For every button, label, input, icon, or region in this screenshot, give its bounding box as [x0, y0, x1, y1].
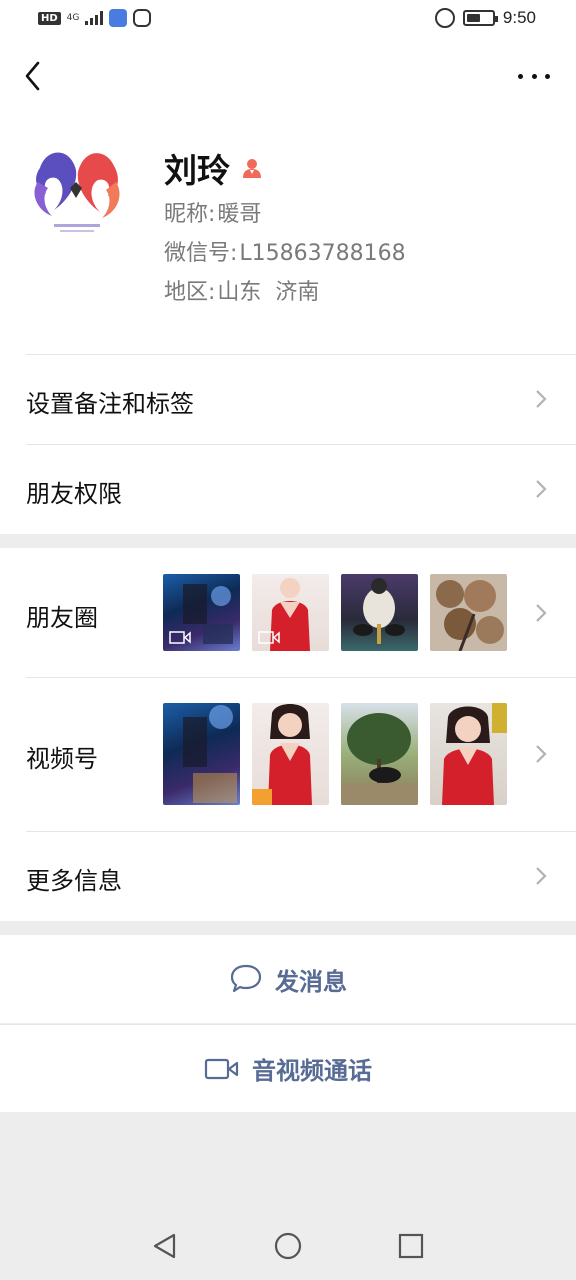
send-message-button[interactable]: 发消息 — [0, 935, 576, 1023]
status-bar: HD 4G 9:50 — [0, 0, 576, 40]
thumbnail-image — [436, 580, 504, 651]
more-dot — [545, 73, 550, 79]
channels-row[interactable]: 视频号 — [0, 677, 576, 831]
contact-name: 刘玲 — [164, 151, 230, 190]
set-remark-tags-row[interactable]: 设置备注和标签 — [0, 354, 576, 444]
status-left-group: HD 4G — [38, 9, 152, 27]
channels-thumbnails — [163, 703, 507, 805]
video-call-button[interactable]: 音视频通话 — [0, 1024, 576, 1112]
friend-permissions-row[interactable]: 朋友权限 — [0, 444, 576, 534]
network-type: 4G — [66, 12, 80, 23]
more-info-label: 更多信息 — [26, 867, 122, 895]
signal-icon — [85, 11, 104, 25]
nickname-line: 昵称:暖哥 — [164, 196, 261, 228]
nickname-label: 昵称: — [164, 202, 216, 227]
chevron-right-icon — [536, 390, 547, 408]
divider — [26, 831, 576, 832]
status-right-group: 9:50 — [434, 8, 536, 28]
chat-bubble-icon — [230, 964, 262, 993]
system-nav-bar — [0, 1205, 576, 1280]
avatar-image — [26, 138, 128, 240]
chevron-right-icon — [536, 480, 547, 498]
triangle-back-icon — [153, 1233, 176, 1259]
chevron-right-icon — [536, 867, 547, 885]
channel-thumbnail[interactable] — [163, 703, 240, 805]
profile-card: 刘玲 昵称:暖哥 微信号:L15863788168 地区:山东 济南 — [0, 114, 576, 354]
friend-permissions-label: 朋友权限 — [26, 480, 122, 508]
battery-level — [466, 14, 480, 22]
name-row: 刘玲 — [164, 144, 264, 192]
send-message-label: 发消息 — [275, 967, 347, 996]
divider — [26, 677, 576, 678]
chevron-left-icon — [25, 61, 40, 91]
more-dots-icon — [518, 73, 523, 79]
status-time: 9:50 — [502, 8, 536, 27]
more-button[interactable] — [518, 68, 550, 84]
wechat-id-label: 微信号: — [164, 241, 238, 266]
hand-notification-icon — [133, 9, 152, 27]
moments-thumbnail[interactable] — [430, 574, 507, 651]
square-recents-icon — [398, 1233, 424, 1259]
hd-badge: HD — [38, 11, 61, 25]
thumbnail-image — [442, 703, 507, 805]
thumbnail-image — [353, 578, 405, 644]
nav-back-button[interactable] — [150, 1231, 180, 1261]
chevron-right-icon — [536, 745, 547, 763]
region-line: 地区:山东 济南 — [164, 274, 319, 306]
battery-icon — [462, 10, 498, 26]
divider — [26, 354, 576, 355]
top-nav — [0, 40, 576, 114]
more-dot — [531, 73, 537, 79]
data-saver-icon — [434, 8, 455, 28]
nickname-value: 暖哥 — [217, 202, 262, 227]
nav-recents-button[interactable] — [396, 1231, 426, 1261]
chevron-right-icon — [536, 604, 547, 622]
moments-thumbnail[interactable] — [341, 574, 418, 651]
video-call-label: 音视频通话 — [252, 1057, 372, 1085]
wechat-id-value: L15863788168 — [239, 241, 406, 266]
moments-row[interactable]: 朋友圈 — [0, 548, 576, 677]
video-icon — [258, 631, 280, 644]
set-remark-tags-label: 设置备注和标签 — [26, 390, 194, 418]
thumbnail-image — [183, 705, 237, 803]
moments-thumbnails — [163, 574, 507, 651]
moments-label: 朋友圈 — [26, 604, 98, 632]
channel-thumbnail[interactable] — [341, 703, 418, 805]
wechat-id-line: 微信号:L15863788168 — [164, 235, 406, 267]
nav-home-button[interactable] — [273, 1231, 303, 1261]
video-camera-icon — [204, 1058, 239, 1079]
moments-thumbnail[interactable] — [252, 574, 329, 651]
thumbnail-image — [341, 713, 418, 805]
circle-home-icon — [274, 1232, 302, 1260]
channel-thumbnail[interactable] — [252, 703, 329, 805]
thumbnail-image — [252, 704, 312, 805]
more-info-row[interactable]: 更多信息 — [0, 831, 576, 921]
video-icon — [169, 631, 191, 644]
region-label: 地区: — [164, 280, 216, 305]
divider — [26, 444, 576, 445]
channel-thumbnail[interactable] — [430, 703, 507, 805]
avatar[interactable] — [26, 138, 128, 240]
moments-thumbnail[interactable] — [163, 574, 240, 651]
channels-label: 视频号 — [26, 745, 98, 773]
female-user-icon — [243, 159, 261, 178]
region-value: 山东 济南 — [217, 280, 320, 305]
back-button[interactable] — [18, 58, 48, 94]
app-notification-icon — [109, 9, 128, 27]
